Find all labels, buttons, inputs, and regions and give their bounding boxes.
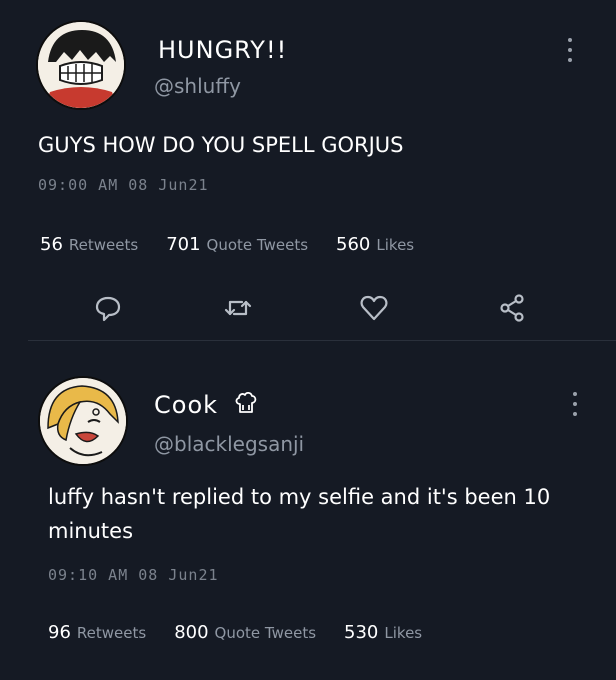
retweet-label: Retweets <box>76 624 147 642</box>
tweet-text: GUYS HOW DO YOU SPELL GORJUS <box>38 133 404 157</box>
like-count: 530 <box>344 622 379 643</box>
retweets-stat[interactable]: 56 Retweets <box>40 234 138 255</box>
tweet: HUNGRY!! @shluffy GUYS HOW DO YOU SPELL … <box>0 0 616 340</box>
quote-tweets-stat[interactable]: 701 Quote Tweets <box>166 234 308 255</box>
tweet-stats: 96 Retweets 800 Quote Tweets 530 Likes <box>48 622 422 643</box>
quote-label: Quote Tweets <box>206 236 309 254</box>
like-icon[interactable] <box>358 292 390 324</box>
like-label: Likes <box>376 236 415 254</box>
handle[interactable]: @blacklegsanji <box>154 432 304 456</box>
display-name[interactable]: HUNGRY!! <box>158 36 287 64</box>
handle[interactable]: @shluffy <box>154 74 241 98</box>
quote-count: 800 <box>174 622 209 643</box>
retweet-count: 96 <box>48 622 71 643</box>
quote-label: Quote Tweets <box>214 624 317 642</box>
chef-hat-icon <box>233 390 259 422</box>
share-icon[interactable] <box>496 292 528 324</box>
action-bar <box>70 292 550 324</box>
quote-count: 701 <box>166 234 201 255</box>
reply-icon[interactable] <box>92 292 124 324</box>
retweet-label: Retweets <box>68 236 139 254</box>
retweet-count: 56 <box>40 234 63 255</box>
tweet-text: luffy hasn't replied to my selfie and it… <box>48 485 551 543</box>
like-count: 560 <box>336 234 371 255</box>
tweet: Cook @blacklegsanji luffy hasn't replied… <box>0 346 616 680</box>
display-name-row[interactable]: Cook <box>154 390 259 422</box>
quote-tweets-stat[interactable]: 800 Quote Tweets <box>174 622 316 643</box>
timestamp: 09:00 AM 08 Jun21 <box>38 176 209 194</box>
more-options-icon[interactable] <box>565 38 575 62</box>
tweet-divider <box>28 340 616 341</box>
likes-stat[interactable]: 560 Likes <box>336 234 414 255</box>
tweet-stats: 56 Retweets 701 Quote Tweets 560 Likes <box>40 234 414 255</box>
avatar[interactable] <box>38 376 128 466</box>
avatar[interactable] <box>36 20 126 110</box>
retweets-stat[interactable]: 96 Retweets <box>48 622 146 643</box>
more-options-icon[interactable] <box>570 392 580 416</box>
timestamp: 09:10 AM 08 Jun21 <box>48 566 219 584</box>
display-name: Cook <box>154 391 219 419</box>
like-label: Likes <box>384 624 423 642</box>
likes-stat[interactable]: 530 Likes <box>344 622 422 643</box>
retweet-icon[interactable] <box>222 292 254 324</box>
